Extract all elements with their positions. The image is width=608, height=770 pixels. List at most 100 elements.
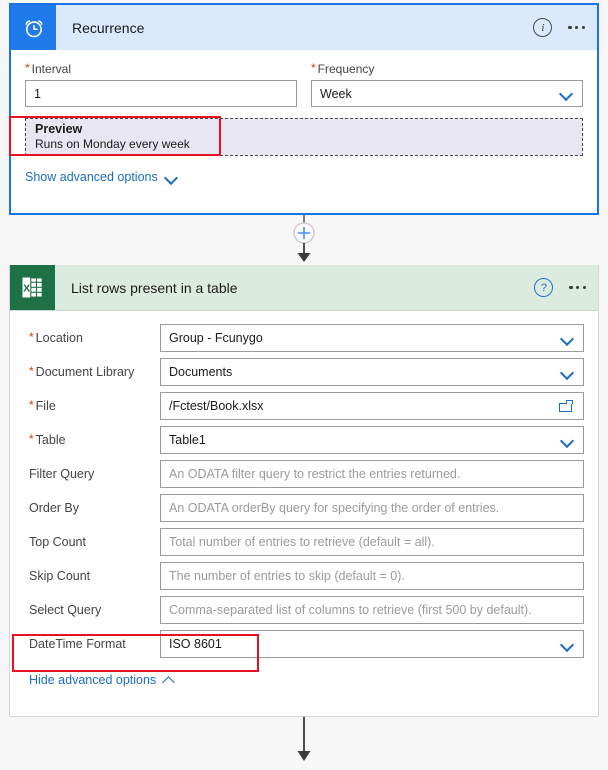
- chevron-down-icon: [561, 640, 575, 649]
- document-library-dropdown[interactable]: Documents: [160, 358, 584, 386]
- recurrence-preview-box: Preview Runs on Monday every week: [25, 118, 583, 156]
- order-by-input[interactable]: An ODATA orderBy query for specifying th…: [160, 494, 584, 522]
- filter-query-control: An ODATA filter query to restrict the en…: [160, 460, 584, 488]
- top-count-label: Top Count: [29, 535, 160, 549]
- help-circle-icon[interactable]: ?: [534, 278, 554, 297]
- filter-query-placeholder: An ODATA filter query to restrict the en…: [169, 467, 461, 481]
- filter-query-label: Filter Query: [29, 467, 160, 481]
- skip-count-label-text: Skip Count: [29, 569, 91, 583]
- frequency-label: * Frequency: [311, 62, 583, 76]
- chevron-down-icon: [561, 334, 575, 343]
- preview-title: Preview: [35, 122, 83, 136]
- select-query-label: Select Query: [29, 603, 160, 617]
- top-count-placeholder: Total number of entries to retrieve (def…: [169, 535, 435, 549]
- table-control: Table1: [160, 426, 584, 454]
- field-row-file: * File /Fctest/Book.xlsx: [10, 389, 598, 423]
- chevron-down-icon: [561, 368, 575, 377]
- excel-header-actions: ?: [534, 265, 588, 310]
- table-dropdown[interactable]: Table1: [160, 426, 584, 454]
- info-circle-icon[interactable]: i: [533, 18, 553, 37]
- file-value: /Fctest/Book.xlsx: [169, 399, 264, 413]
- top-count-label-text: Top Count: [29, 535, 86, 549]
- flow-designer-canvas: Recurrence i * Interval 1 * Frequency We…: [0, 0, 608, 767]
- excel-card-header[interactable]: X List rows present in a table ?: [10, 265, 598, 311]
- ellipsis-menu-icon[interactable]: [567, 285, 588, 290]
- recurrence-card-header[interactable]: Recurrence i: [11, 5, 597, 50]
- location-dropdown[interactable]: Group - Fcunygo: [160, 324, 584, 352]
- document-library-value: Documents: [169, 365, 233, 379]
- required-asterisk: *: [29, 330, 34, 344]
- recurrence-field-row: * Interval 1 * Frequency Week: [25, 62, 583, 107]
- interval-label: * Interval: [25, 62, 297, 76]
- field-row-top-count: Top Count Total number of entries to ret…: [10, 525, 598, 559]
- file-label: * File: [29, 399, 160, 413]
- connector-below-excel: [0, 717, 608, 767]
- field-row-datetime-format: DateTime Format ISO 8601: [10, 627, 598, 661]
- folder-picker-icon[interactable]: [559, 399, 575, 413]
- datetime-format-value: ISO 8601: [169, 637, 222, 651]
- frequency-dropdown[interactable]: Week: [311, 80, 583, 107]
- recurrence-action-card[interactable]: Recurrence i * Interval 1 * Frequency We…: [9, 3, 599, 215]
- filter-query-input[interactable]: An ODATA filter query to restrict the en…: [160, 460, 584, 488]
- file-input[interactable]: /Fctest/Book.xlsx: [160, 392, 584, 420]
- field-row-table: * Table Table1: [10, 423, 598, 457]
- preview-subtitle: Runs on Monday every week: [35, 137, 190, 151]
- excel-icon: X: [10, 265, 55, 310]
- excel-card-body: * Location Group - Fcunygo * Document Li…: [10, 311, 598, 687]
- datetime-format-control: ISO 8601: [160, 630, 584, 658]
- list-rows-action-card[interactable]: X List rows present in a table ? * Locat…: [9, 265, 599, 717]
- document-library-label: * Document Library: [29, 365, 160, 379]
- file-control: /Fctest/Book.xlsx: [160, 392, 584, 420]
- table-value: Table1: [169, 433, 206, 447]
- svg-text:X: X: [23, 282, 30, 294]
- datetime-format-label-text: DateTime Format: [29, 637, 126, 651]
- select-query-placeholder: Comma-separated list of columns to retri…: [169, 603, 532, 617]
- interval-input[interactable]: 1: [25, 80, 297, 107]
- field-row-location: * Location Group - Fcunygo: [10, 321, 598, 355]
- alarm-clock-icon: [11, 5, 56, 50]
- skip-count-label: Skip Count: [29, 569, 160, 583]
- field-row-document-library: * Document Library Documents: [10, 355, 598, 389]
- datetime-format-label: DateTime Format: [29, 637, 160, 651]
- document-library-label-text: Document Library: [35, 365, 135, 379]
- location-label: * Location: [29, 331, 160, 345]
- field-row-skip-count: Skip Count The number of entries to skip…: [10, 559, 598, 593]
- chevron-down-icon: [560, 89, 574, 98]
- file-label-text: File: [35, 399, 56, 413]
- interval-label-text: Interval: [31, 62, 72, 76]
- interval-field-group: * Interval 1: [25, 62, 297, 107]
- show-advanced-options-row[interactable]: Show advanced options: [25, 170, 583, 184]
- hide-advanced-options-link[interactable]: Hide advanced options: [29, 673, 156, 687]
- select-query-input[interactable]: Comma-separated list of columns to retri…: [160, 596, 584, 624]
- chevron-up-icon: [163, 676, 177, 685]
- field-row-filter-query: Filter Query An ODATA filter query to re…: [10, 457, 598, 491]
- select-query-label-text: Select Query: [29, 603, 102, 617]
- top-count-input[interactable]: Total number of entries to retrieve (def…: [160, 528, 584, 556]
- top-count-control: Total number of entries to retrieve (def…: [160, 528, 584, 556]
- order-by-placeholder: An ODATA orderBy query for specifying th…: [169, 501, 500, 515]
- field-row-select-query: Select Query Comma-separated list of col…: [10, 593, 598, 627]
- document-library-control: Documents: [160, 358, 584, 386]
- location-label-text: Location: [35, 331, 83, 345]
- frequency-label-text: Frequency: [317, 62, 375, 76]
- field-row-order-by: Order By An ODATA orderBy query for spec…: [10, 491, 598, 525]
- recurrence-card-title: Recurrence: [72, 19, 145, 36]
- order-by-label-text: Order By: [29, 501, 80, 515]
- show-advanced-options-link[interactable]: Show advanced options: [25, 170, 158, 184]
- chevron-down-icon: [165, 173, 179, 182]
- skip-count-input[interactable]: The number of entries to skip (default =…: [160, 562, 584, 590]
- location-value: Group - Fcunygo: [169, 331, 263, 345]
- datetime-format-dropdown[interactable]: ISO 8601: [160, 630, 584, 658]
- required-asterisk: *: [29, 432, 34, 446]
- required-asterisk: *: [25, 61, 30, 75]
- connector-recurrence-to-excel: [0, 215, 608, 265]
- hide-advanced-options-row[interactable]: Hide advanced options: [10, 661, 598, 687]
- recurrence-card-body: * Interval 1 * Frequency Week Preview Ru…: [11, 50, 597, 184]
- required-asterisk: *: [311, 61, 316, 75]
- location-control: Group - Fcunygo: [160, 324, 584, 352]
- required-asterisk: *: [29, 398, 34, 412]
- ellipsis-menu-icon[interactable]: [566, 25, 587, 30]
- skip-count-placeholder: The number of entries to skip (default =…: [169, 569, 405, 583]
- interval-value: 1: [34, 86, 41, 101]
- frequency-value: Week: [320, 86, 352, 101]
